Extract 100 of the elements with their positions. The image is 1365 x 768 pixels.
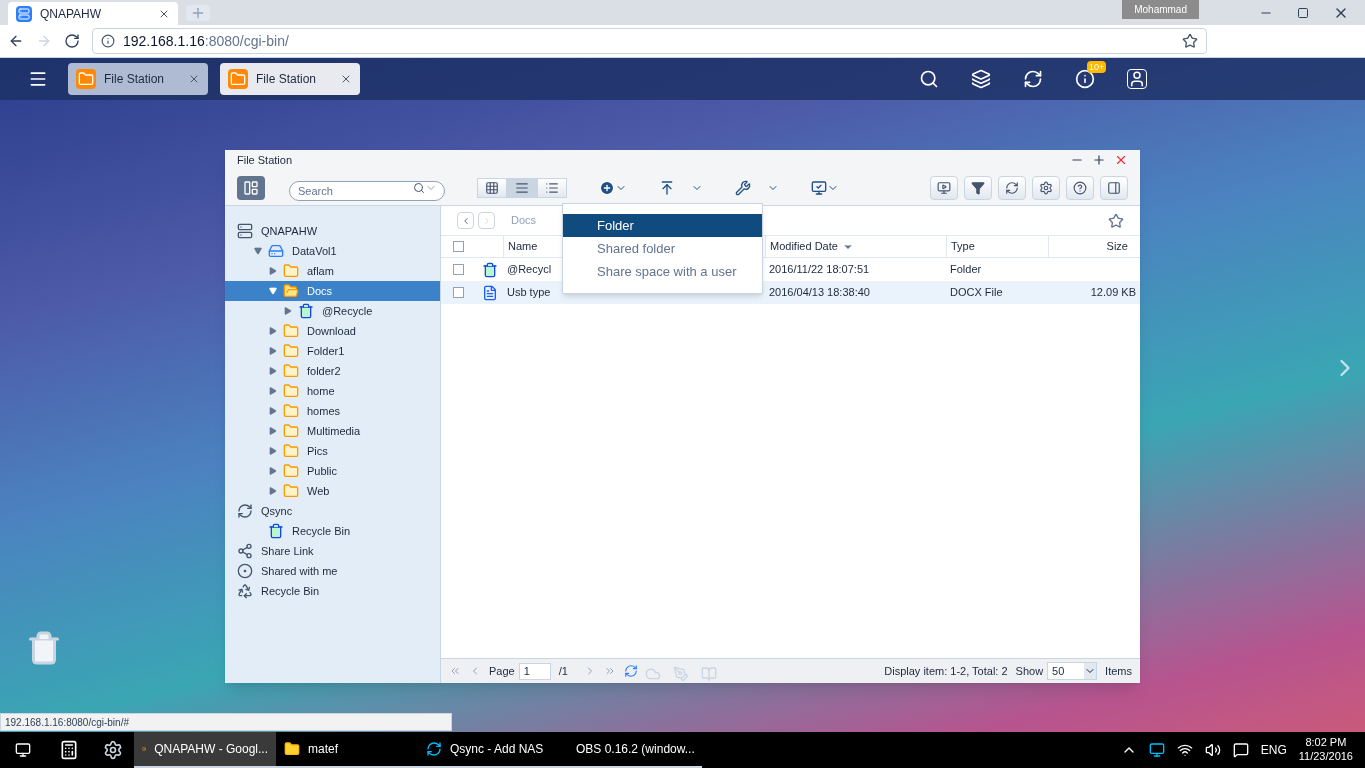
search-icon[interactable] [919, 69, 939, 89]
app-tab[interactable]: File Station [68, 63, 208, 95]
expand-arrow-icon[interactable] [269, 347, 277, 355]
help-button[interactable] [1066, 175, 1094, 200]
column-header[interactable]: Size [1048, 236, 1140, 258]
tools-icon[interactable] [735, 179, 751, 196]
status-url: 192.168.1.16:8080/cgi-bin/# [0, 713, 452, 731]
expand-arrow-icon[interactable] [269, 467, 277, 475]
tree-item[interactable]: Share Link [225, 541, 440, 561]
tree-item[interactable]: Web [225, 481, 440, 501]
taskbar-app[interactable]: matef [276, 732, 418, 768]
bin-icon [268, 523, 284, 539]
view-mode-button[interactable] [537, 177, 567, 198]
collapse-arrow-icon[interactable] [254, 247, 262, 255]
message-icon[interactable] [1232, 742, 1249, 758]
calculator-icon[interactable] [59, 740, 79, 760]
per-page-select[interactable]: 50 [1047, 662, 1098, 680]
tray-icon[interactable] [1148, 742, 1165, 758]
close-icon[interactable] [1114, 153, 1128, 167]
panel-button[interactable] [1100, 175, 1128, 200]
view-mode-button[interactable] [477, 177, 507, 198]
column-header[interactable]: Modified Date [765, 236, 946, 258]
expand-arrow-icon[interactable] [269, 267, 277, 275]
upload-icon[interactable] [659, 179, 675, 196]
tree-item[interactable]: Multimedia [225, 421, 440, 441]
app-tab[interactable]: File Station [220, 63, 360, 95]
tree-item[interactable]: @Recycle [225, 301, 440, 321]
tree-item[interactable]: Docs [225, 281, 440, 301]
tree-item[interactable]: Recycle Bin [225, 521, 440, 541]
view-mode-button[interactable] [507, 177, 537, 198]
expand-arrow-icon[interactable] [269, 367, 277, 375]
expand-arrow-icon[interactable] [269, 487, 277, 495]
refresh-button[interactable] [998, 175, 1026, 200]
tree-item[interactable]: folder2 [225, 361, 440, 381]
refresh-icon[interactable] [623, 664, 638, 678]
network-icon[interactable] [1176, 742, 1193, 758]
taskbar-app[interactable]: OBS 0.16.2 (window... [560, 732, 702, 768]
sync-icon[interactable] [1023, 69, 1043, 89]
tree-item[interactable]: Recycle Bin [225, 581, 440, 601]
tree-item[interactable]: aflam [225, 261, 440, 281]
language-indicator[interactable]: ENG [1260, 742, 1287, 758]
last-page-icon[interactable] [603, 665, 616, 677]
expand-arrow-icon[interactable] [269, 427, 277, 435]
expand-arrow-icon[interactable] [284, 307, 292, 315]
expand-arrow-icon[interactable] [269, 327, 277, 335]
menu-item[interactable]: Share space with a user [563, 260, 762, 283]
expand-arrow-icon[interactable] [269, 387, 277, 395]
start-icon[interactable] [15, 742, 31, 758]
tree-item[interactable]: Download [225, 321, 440, 341]
tree-item[interactable]: QNAPAHW [225, 221, 440, 241]
info-icon[interactable] [1075, 69, 1095, 89]
browser-tab[interactable]: QNAPAHW [8, 2, 178, 25]
back-icon[interactable] [8, 33, 24, 49]
file-name: @Recycl [507, 262, 552, 278]
close-icon[interactable] [188, 73, 200, 85]
tree-item[interactable]: DataVol1 [225, 241, 440, 261]
url-text: 192.168.1.16:8080/cgi-bin/ [123, 32, 289, 51]
menu-item[interactable]: Shared folder [563, 237, 762, 260]
tree-item[interactable]: home [225, 381, 440, 401]
tree-item[interactable]: Qsync [225, 501, 440, 521]
select-all-checkbox[interactable] [453, 241, 464, 252]
menu-item[interactable]: Folder [563, 214, 762, 237]
tree-item[interactable]: homes [225, 401, 440, 421]
filter-button[interactable] [964, 175, 992, 200]
tree-item[interactable]: Pics [225, 441, 440, 461]
maximize-icon[interactable] [1297, 6, 1309, 19]
clock[interactable]: 8:02 PM 11/23/2016 [1298, 736, 1353, 764]
menu-icon[interactable] [28, 69, 48, 89]
row-checkbox[interactable] [453, 287, 464, 298]
sidebar-toggle-button[interactable] [237, 175, 265, 200]
monitor-icon[interactable] [811, 179, 827, 196]
settings-button[interactable] [1032, 175, 1060, 200]
screen-button[interactable] [930, 175, 958, 200]
expand-arrow-icon[interactable] [269, 447, 277, 455]
column-header[interactable]: Type [946, 236, 1048, 258]
favorite-star-icon[interactable] [1108, 212, 1124, 229]
taskbar-app[interactable]: Qsync - Add NAS [418, 732, 560, 768]
first-page-icon[interactable] [449, 665, 461, 677]
row-checkbox[interactable] [453, 264, 464, 275]
reload-icon[interactable] [64, 33, 80, 49]
stack-icon[interactable] [971, 69, 991, 89]
tree-item[interactable]: Shared with me [225, 561, 440, 581]
create-icon[interactable] [599, 179, 615, 196]
drive-icon [268, 243, 284, 259]
folder-icon [283, 383, 299, 399]
volume-icon[interactable] [1204, 742, 1221, 758]
page-label: Page [489, 663, 515, 679]
page-field[interactable]: 1 [518, 662, 551, 680]
file-type: Folder [950, 262, 982, 278]
expand-arrow-icon[interactable] [269, 407, 277, 415]
folder-icon [283, 363, 299, 379]
close-icon[interactable] [340, 73, 352, 85]
user-icon[interactable] [1127, 69, 1147, 89]
tree-item[interactable]: Public [225, 461, 440, 481]
address-field[interactable]: 192.168.1.16:8080/cgi-bin/ [92, 28, 1207, 54]
search-field[interactable]: Search [289, 180, 445, 201]
tree-item[interactable]: Folder1 [225, 341, 440, 361]
taskbar-app[interactable]: QNAPAHW - Googl... [134, 732, 276, 768]
bookmark-star-icon[interactable] [1182, 33, 1198, 49]
page-total: /1 [558, 663, 568, 679]
